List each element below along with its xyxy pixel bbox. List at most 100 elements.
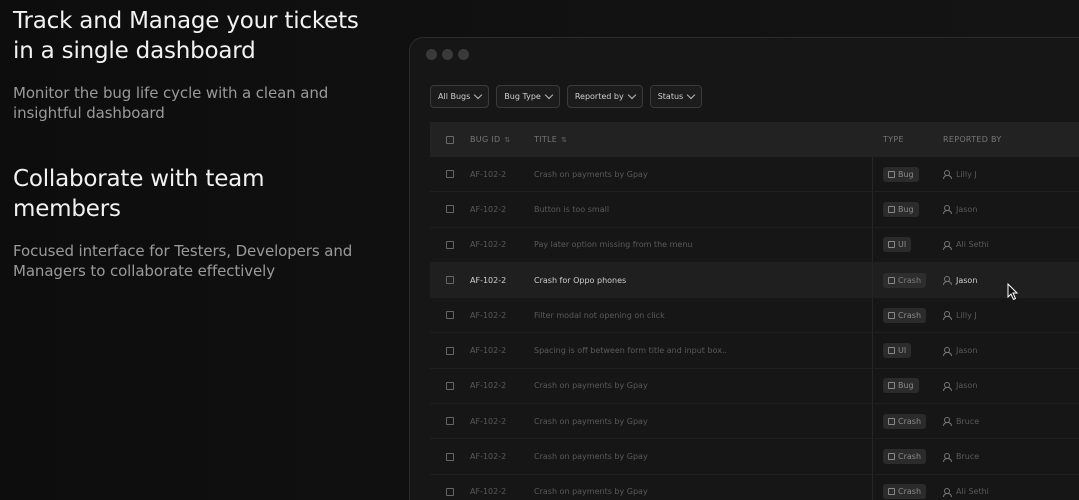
reporter-name: Jason	[956, 346, 978, 356]
type-badge: UI	[883, 237, 912, 253]
reporter-name: Jason	[956, 381, 978, 391]
row-checkbox[interactable]	[446, 452, 454, 461]
user-icon	[943, 346, 952, 356]
bug-id-cell: AF-102-2	[470, 346, 507, 356]
filter-all-bugs[interactable]: All Bugs	[430, 85, 490, 108]
table-row[interactable]: AF-102-2 Crash on payments by Gpay Crash Br…	[430, 439, 1079, 475]
select-all-checkbox[interactable]	[446, 135, 454, 144]
header-title[interactable]: TITLE ⇅	[534, 122, 873, 157]
bug-id-cell: AF-102-2	[470, 240, 507, 250]
reporter-name: Bruce	[956, 416, 980, 426]
table-row[interactable]: AF-102-2 Spacing is off between form titl…	[430, 333, 1079, 369]
table-body: AF-102-2 Crash on payments by Gpay Bug Lill…	[430, 157, 1079, 500]
row-checkbox[interactable]	[446, 170, 454, 179]
title-cell: Crash on payments by Gpay	[534, 439, 873, 474]
bug-id-cell: AF-102-2	[470, 204, 507, 214]
row-checkbox[interactable]	[446, 417, 454, 426]
type-label: Bug	[898, 381, 914, 391]
type-badge: Bug	[883, 166, 919, 182]
table-header: BUG ID ⇅ TITLE ⇅ TYPE REPORTED BY	[430, 122, 1079, 157]
bugs-table: BUG ID ⇅ TITLE ⇅ TYPE REPORTED BY AF-102-2…	[430, 122, 1079, 500]
table-row[interactable]: AF-102-2 Crash for Oppo phones Crash Jason	[430, 262, 1079, 299]
user-icon	[943, 311, 952, 321]
reporter-name: Lilly J	[956, 169, 977, 179]
title-cell: Pay later option missing from the menu	[534, 227, 873, 262]
collab-subtitle: Focused interface for Testers, Developer…	[13, 242, 353, 280]
type-badge: Crash	[883, 413, 927, 429]
type-label: Crash	[898, 275, 922, 285]
type-badge: UI	[883, 343, 912, 359]
bug-id-cell: AF-102-2	[470, 487, 507, 497]
chevron-down-icon	[474, 90, 483, 100]
user-icon	[943, 276, 952, 286]
bug-id-cell: AF-102-2	[470, 169, 507, 179]
user-icon	[943, 417, 952, 427]
crash-icon	[888, 488, 895, 496]
crash-icon	[888, 311, 895, 319]
type-label: Crash	[898, 310, 922, 320]
row-checkbox[interactable]	[446, 240, 454, 249]
filter-label: Status	[657, 92, 684, 101]
user-icon	[943, 381, 952, 391]
title-cell: Crash on payments by Gpay	[534, 157, 873, 192]
window-close-dot[interactable]	[426, 49, 437, 60]
bug-id-cell: AF-102-2	[470, 275, 507, 285]
table-row[interactable]: AF-102-2 Filter modal not opening on clic…	[430, 298, 1079, 334]
bug-icon	[888, 382, 895, 390]
user-icon	[943, 452, 952, 462]
type-label: Crash	[898, 416, 922, 426]
filter-label: Bug Type	[504, 92, 541, 101]
bug-id-cell: AF-102-2	[470, 452, 507, 462]
ui-icon	[888, 241, 895, 249]
collab-section: Collaborate with team members Focused in…	[13, 164, 373, 281]
title-cell: Filter modal not opening on click	[534, 298, 873, 333]
crash-icon	[888, 276, 895, 284]
user-icon	[943, 487, 952, 497]
window-controls	[426, 49, 469, 60]
table-row[interactable]: AF-102-2 Crash on payments by Gpay Bug Lill…	[430, 157, 1079, 193]
page: Track and Manage your tickets in a singl…	[0, 0, 1079, 500]
reporter-name: Bruce	[956, 452, 980, 462]
reporter-name: Jason	[956, 275, 978, 285]
row-checkbox[interactable]	[446, 487, 454, 496]
table-row[interactable]: AF-102-2 Crash on payments by Gpay Crash Br…	[430, 404, 1079, 440]
header-type: TYPE	[883, 135, 904, 144]
row-checkbox[interactable]	[446, 381, 454, 390]
table-row[interactable]: AF-102-2 Button is too small Bug Jason	[430, 192, 1079, 228]
bug-id-cell: AF-102-2	[470, 310, 507, 320]
chevron-down-icon	[627, 90, 636, 100]
type-badge: Crash	[883, 449, 927, 465]
title-cell: Crash on payments by Gpay	[534, 404, 873, 439]
type-badge: Crash	[883, 307, 927, 323]
table-row[interactable]: AF-102-2 Crash on payments by Gpay Bug Jaso…	[430, 368, 1079, 405]
row-checkbox[interactable]	[446, 311, 454, 320]
row-checkbox[interactable]	[446, 276, 454, 285]
row-checkbox[interactable]	[446, 346, 454, 355]
bug-id-cell: AF-102-2	[470, 416, 507, 426]
header-bug-id[interactable]: BUG ID ⇅	[470, 135, 534, 144]
crash-icon	[888, 417, 895, 425]
crash-icon	[888, 453, 895, 461]
filter-bug-type[interactable]: Bug Type	[496, 85, 560, 108]
window-maximize-dot[interactable]	[458, 49, 469, 60]
title-cell: Crash for Oppo phones	[534, 262, 873, 298]
filter-reported-by[interactable]: Reported by	[566, 85, 643, 108]
window-minimize-dot[interactable]	[442, 49, 453, 60]
type-label: UI	[898, 346, 907, 356]
reporter-name: Jason	[956, 204, 978, 214]
row-checkbox[interactable]	[446, 205, 454, 214]
bug-icon	[888, 170, 895, 178]
filter-bar: All Bugs Bug Type Reported by Status	[430, 85, 703, 108]
chevron-down-icon	[544, 90, 554, 100]
type-label: UI	[898, 240, 907, 250]
user-icon	[943, 240, 952, 250]
title-cell: Crash on payments by Gpay	[534, 474, 873, 500]
reporter-name: Ali Sethi	[956, 240, 989, 250]
filter-status[interactable]: Status	[649, 85, 703, 108]
table-row[interactable]: AF-102-2 Pay later option missing from th…	[430, 227, 1079, 263]
table-row[interactable]: AF-102-2 Crash on payments by Gpay Crash Al…	[430, 474, 1079, 500]
type-badge: Crash	[883, 484, 927, 500]
type-badge: Crash	[883, 272, 927, 288]
sort-icon: ⇅	[561, 135, 568, 144]
collab-title: Collaborate with team members	[13, 166, 265, 222]
